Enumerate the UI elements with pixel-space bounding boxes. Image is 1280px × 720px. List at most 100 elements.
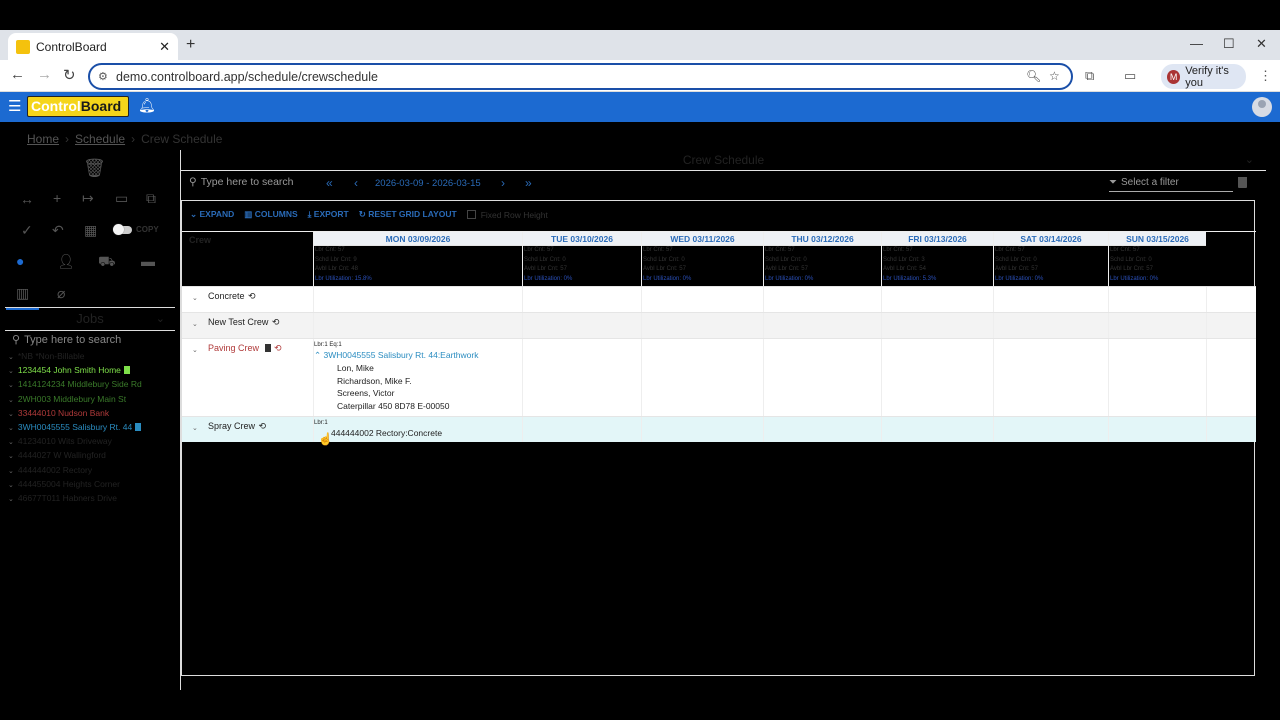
job-list-item[interactable]: ⌄ 4444027 W Wallingford — [8, 449, 142, 463]
url-bar[interactable]: ⚙ demo.controlboard.app/schedule/crewsch… — [88, 63, 1073, 90]
hamburger-menu-icon[interactable]: ☰ — [8, 97, 21, 115]
close-window-icon[interactable]: ✕ — [1256, 36, 1267, 52]
comment-icon[interactable]: ▭ — [115, 190, 128, 207]
attachment-icon[interactable]: ⌀ — [57, 285, 65, 302]
expand-button[interactable]: ⌄ EXPAND — [190, 209, 234, 220]
browser-menu-icon[interactable]: ⋮ — [1259, 68, 1272, 84]
day-name[interactable]: TUE 03/10/2026 — [523, 232, 641, 246]
job-list-item[interactable]: ⌄ 1234454 John Smith Home — [8, 364, 142, 378]
chevron-down-icon[interactable]: ⌄ — [192, 424, 198, 432]
job-list-item[interactable]: ⌄ 444444002 Rectory — [8, 464, 142, 478]
date-range[interactable]: 2026-03-09 - 2026-03-15 — [375, 178, 481, 189]
crew-row[interactable]: ⌄ Spray Crew ⟲ Lbr:1 444444002 Rectory:Conc… — [182, 416, 1256, 442]
location-pin-icon[interactable]: ● — [16, 253, 24, 269]
back-icon[interactable]: ← — [10, 66, 25, 83]
crew-name[interactable]: Concrete ⟲ — [208, 291, 256, 302]
document-icon[interactable] — [135, 423, 142, 432]
crew-row[interactable]: ⌄ Paving Crew ⟲ Lbr:1 Eq:1 ⌃ 3WH0045555 Sal… — [182, 338, 1256, 416]
building-icon[interactable]: ▥ — [16, 285, 29, 302]
chevron-down-icon[interactable]: ⌄ — [8, 411, 14, 418]
export-button[interactable]: ⤓ EXPORT — [308, 209, 349, 220]
breadcrumb-schedule[interactable]: Schedule — [75, 132, 125, 146]
cast-icon[interactable]: ▭ — [1124, 68, 1136, 84]
history-icon[interactable]: ⟲ — [246, 291, 256, 301]
job-list-item[interactable]: ⌄ 444455004 Heights Corner — [8, 478, 142, 492]
job-list-item[interactable]: ⌄ *NB *Non-Billable — [8, 350, 142, 364]
undo-icon[interactable]: ↶ — [52, 222, 64, 239]
columns-button[interactable]: ▥ COLUMNS — [244, 209, 297, 220]
calendar-icon[interactable]: ▦ — [84, 222, 97, 239]
minimize-icon[interactable]: — — [1190, 36, 1203, 51]
app-logo[interactable]: ControlBoard — [27, 96, 129, 117]
next-week-icon[interactable]: › — [501, 176, 505, 190]
page-title-bar[interactable]: Crew Schedule ⌄ — [181, 149, 1266, 171]
close-tab-icon[interactable]: ✕ — [159, 39, 170, 55]
breadcrumb-home[interactable]: Home — [27, 132, 59, 146]
job-list-item[interactable]: ⌄ 2WH003 Middlebury Main St — [8, 393, 142, 407]
reset-grid-button[interactable]: ↻ RESET GRID LAYOUT — [359, 209, 457, 220]
jobs-dropdown[interactable]: Jobs ⌄ — [5, 307, 175, 331]
duplicate-icon[interactable]: ⧉ — [146, 190, 156, 207]
move-right-icon[interactable]: ↦ — [82, 190, 94, 207]
last-week-icon[interactable]: » — [525, 176, 532, 190]
crew-name[interactable]: Paving Crew ⟲ — [208, 343, 282, 354]
crew-row[interactable]: ⌄ New Test Crew ⟲ — [182, 312, 1256, 338]
user-avatar[interactable] — [1252, 97, 1272, 117]
history-icon[interactable]: ⟲ — [272, 343, 282, 353]
reload-icon[interactable]: ↻ — [63, 66, 76, 84]
chevron-down-icon[interactable]: ⌄ — [192, 294, 198, 302]
prev-week-icon[interactable]: ‹ — [354, 176, 358, 190]
copy-switch[interactable] — [113, 223, 132, 235]
assignment-job[interactable]: 444444002 Rectory:Concrete — [314, 427, 442, 440]
chevron-down-icon[interactable]: ⌄ — [8, 468, 14, 475]
crew-column-header[interactable]: Crew — [189, 235, 211, 245]
chevron-down-icon[interactable]: ⌄ — [8, 397, 14, 404]
schedule-search-input[interactable]: ⚲ Type here to search — [189, 176, 294, 188]
notifications-bell-icon[interactable]: 🔔︎ — [138, 97, 156, 114]
assignment-member[interactable]: Lon, Mike — [314, 362, 478, 375]
history-icon[interactable]: ⟲ — [269, 317, 280, 327]
jobs-search-input[interactable]: ⚲ Type here to search — [12, 333, 121, 347]
crew-assignment[interactable]: Lbr:1 444444002 Rectory:Concrete — [314, 419, 442, 440]
forward-icon[interactable]: → — [37, 66, 52, 83]
chevron-down-icon[interactable]: ⌄ — [192, 346, 198, 354]
chevron-down-icon[interactable]: ⌄ — [8, 496, 14, 503]
chevron-down-icon[interactable]: ⌄ — [1245, 149, 1254, 171]
day-name[interactable]: SUN 03/15/2026 — [1109, 232, 1206, 246]
maximize-icon[interactable]: ☐ — [1223, 36, 1235, 52]
chevron-down-icon[interactable]: ⌄ — [8, 482, 14, 489]
verify-button[interactable]: M Verify it's you — [1161, 64, 1246, 89]
document-icon[interactable] — [264, 344, 271, 352]
tractor-icon[interactable]: ⛟ — [98, 253, 116, 272]
crew-name[interactable]: New Test Crew ⟲ — [208, 317, 279, 328]
checkbox-box[interactable] — [466, 210, 476, 219]
job-list-item[interactable]: ⌄ 41234010 Wits Driveway — [8, 435, 142, 449]
new-tab-icon[interactable]: + — [186, 36, 195, 54]
chevron-down-icon[interactable]: ⌄ — [8, 382, 14, 389]
check-icon[interactable]: ✓ — [21, 222, 33, 239]
trash-icon[interactable]: 🗑︎ — [83, 158, 106, 179]
chevron-down-icon[interactable]: ⌄ — [8, 439, 14, 446]
assignment-member[interactable]: Screens, Victor — [314, 387, 478, 400]
bookmark-star-icon[interactable]: ☆ — [1049, 69, 1060, 83]
chevron-down-icon[interactable]: ⌄ — [8, 425, 14, 432]
history-icon[interactable]: ⟲ — [256, 421, 267, 431]
site-info-icon[interactable]: ⚙ — [98, 70, 108, 83]
filter-select[interactable]: ⏷ Select a filter — [1109, 174, 1233, 192]
assignment-member[interactable]: Richardson, Mike F. — [314, 375, 478, 388]
truck-icon[interactable]: ▬ — [141, 253, 155, 269]
job-list-item[interactable]: ⌄ 33444010 Nudson Bank — [8, 407, 142, 421]
day-name[interactable]: MON 03/09/2026 — [314, 232, 522, 246]
zoom-icon[interactable]: 🔍︎ — [1026, 69, 1041, 83]
chevron-down-icon[interactable]: ⌄ — [8, 453, 14, 460]
chevron-down-icon[interactable]: ⌄ — [8, 368, 14, 375]
crew-assignment[interactable]: Lbr:1 Eq:1 ⌃ 3WH0045555 Salisbury Rt. 44:… — [314, 341, 478, 413]
assignment-job[interactable]: ⌃ 3WH0045555 Salisbury Rt. 44:Earthwork — [314, 349, 478, 362]
day-name[interactable]: THU 03/12/2026 — [764, 232, 881, 246]
day-name[interactable]: FRI 03/13/2026 — [882, 232, 993, 246]
fixed-row-height-checkbox[interactable]: Fixed Row Height — [466, 210, 548, 220]
job-list-item[interactable]: ⌄ 3WH0045555 Salisbury Rt. 44 — [8, 421, 142, 435]
document-icon[interactable] — [123, 366, 130, 375]
crew-name[interactable]: Spray Crew ⟲ — [208, 421, 266, 432]
copy-toggle[interactable]: COPY — [113, 223, 159, 235]
